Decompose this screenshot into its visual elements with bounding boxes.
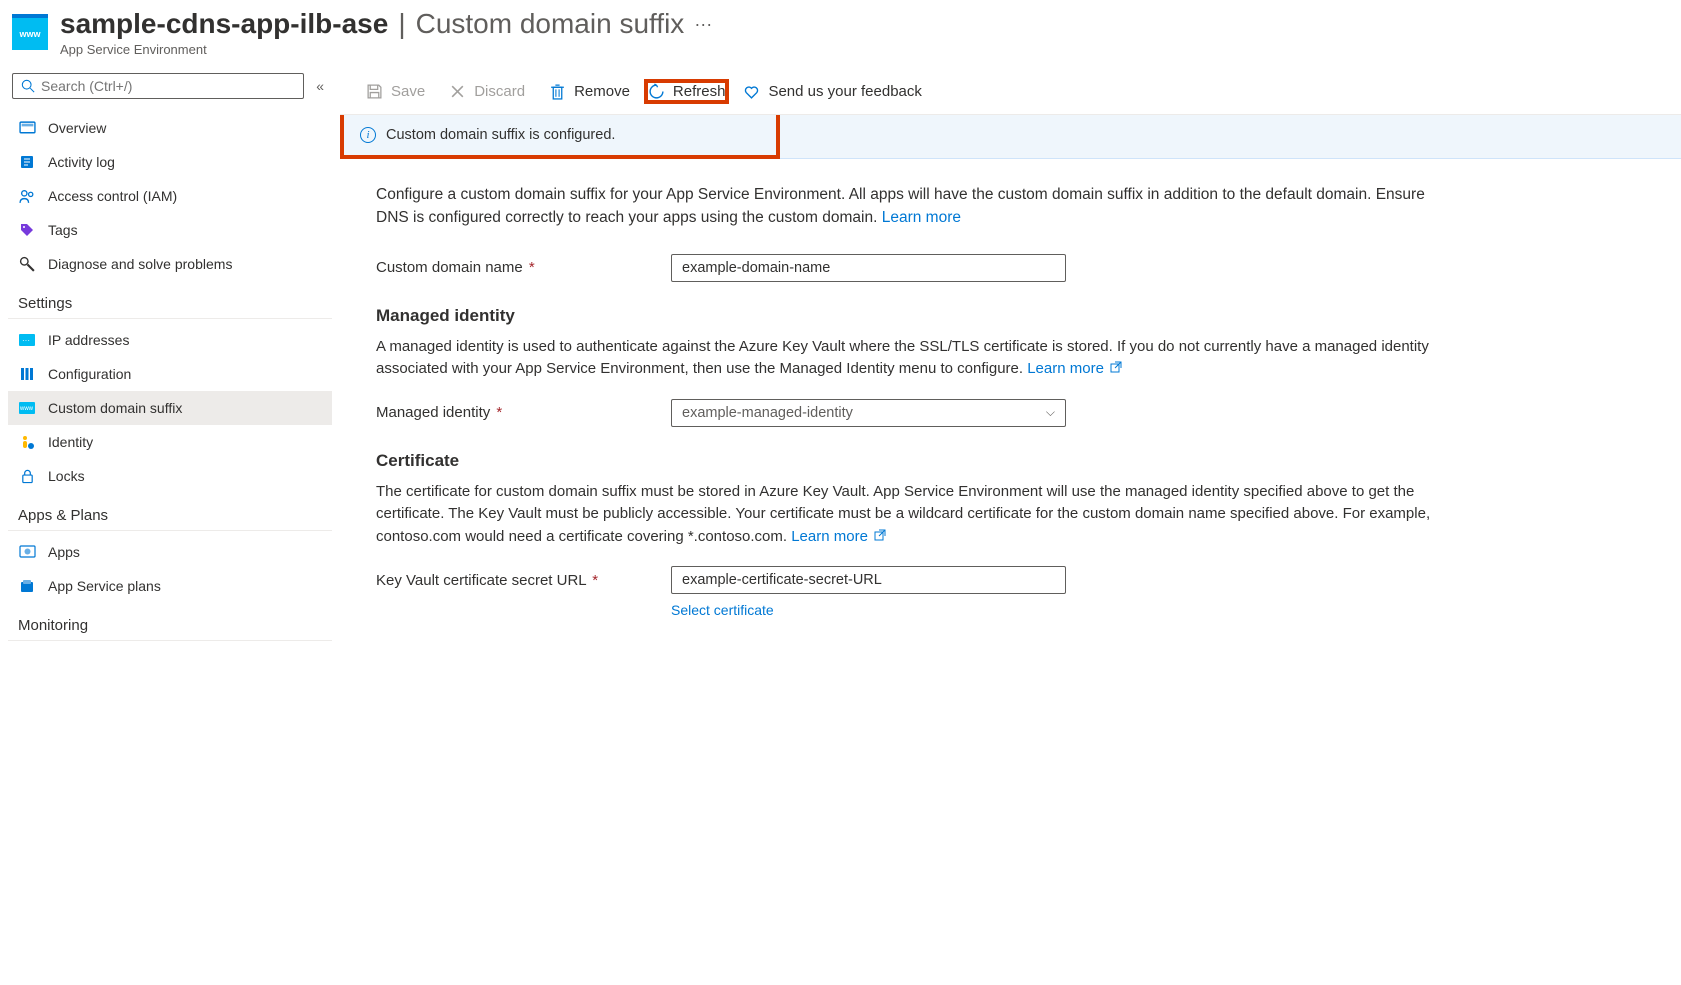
custom-domain-icon: www xyxy=(18,399,36,417)
select-certificate-link[interactable]: Select certificate xyxy=(671,602,774,618)
search-input-wrapper[interactable] xyxy=(12,73,304,99)
managed-identity-value: example-managed-identity xyxy=(682,405,853,421)
toolbar: Save Discard Remove Refresh Send us your… xyxy=(340,69,1681,115)
info-icon: i xyxy=(360,127,376,143)
managed-identity-select[interactable]: example-managed-identity ⌵ xyxy=(671,399,1066,427)
identity-icon xyxy=(18,433,36,451)
activity-log-icon xyxy=(18,153,36,171)
save-icon xyxy=(366,83,383,100)
sidebar-item-access-control[interactable]: Access control (IAM) xyxy=(8,179,332,213)
sidebar-section-settings: Settings xyxy=(8,281,332,319)
keyvault-url-label: Key Vault certificate secret URL * xyxy=(376,572,671,589)
custom-domain-label: Custom domain name * xyxy=(376,259,671,276)
refresh-button[interactable]: Refresh xyxy=(644,79,730,104)
sidebar-item-diagnose[interactable]: Diagnose and solve problems xyxy=(8,247,332,281)
sidebar-label: Tags xyxy=(48,222,78,238)
sidebar-item-identity[interactable]: Identity xyxy=(8,425,332,459)
certificate-desc: The certificate for custom domain suffix… xyxy=(376,481,1456,549)
search-input[interactable] xyxy=(41,78,295,94)
app-service-plans-icon xyxy=(18,577,36,595)
access-control-icon xyxy=(18,187,36,205)
sidebar-item-activity-log[interactable]: Activity log xyxy=(8,145,332,179)
tool-label: Send us your feedback xyxy=(768,83,921,100)
apps-icon xyxy=(18,543,36,561)
learn-more-link[interactable]: Learn more xyxy=(1027,360,1122,377)
more-actions-button[interactable]: ··· xyxy=(690,10,716,39)
overview-icon xyxy=(18,119,36,137)
heart-icon xyxy=(743,83,760,100)
sidebar-item-app-service-plans[interactable]: App Service plans xyxy=(8,569,332,603)
title-separator: | xyxy=(398,8,405,40)
save-button[interactable]: Save xyxy=(356,77,435,106)
locks-icon xyxy=(18,467,36,485)
sidebar-label: Identity xyxy=(48,434,93,450)
collapse-sidebar-button[interactable]: « xyxy=(312,74,328,98)
sidebar-item-tags[interactable]: Tags xyxy=(8,213,332,247)
keyvault-url-input-field[interactable] xyxy=(682,572,1055,588)
certificate-title: Certificate xyxy=(376,451,1645,471)
sidebar-label: Configuration xyxy=(48,366,131,382)
custom-domain-input[interactable] xyxy=(671,254,1066,282)
sidebar-label: App Service plans xyxy=(48,578,161,594)
tool-label: Remove xyxy=(574,83,630,100)
managed-identity-desc: A managed identity is used to authentica… xyxy=(376,336,1456,381)
learn-more-link[interactable]: Learn more xyxy=(791,528,886,545)
resource-name: sample-cdns-app-ilb-ase xyxy=(60,8,388,40)
external-link-icon xyxy=(874,529,886,541)
info-bar: i Custom domain suffix is configured. xyxy=(340,115,780,159)
sidebar-label: Apps xyxy=(48,544,80,560)
tool-label: Refresh xyxy=(673,83,726,100)
svg-text:···: ··· xyxy=(22,336,30,345)
sidebar-label: Access control (IAM) xyxy=(48,188,177,204)
feedback-button[interactable]: Send us your feedback xyxy=(733,77,931,106)
sidebar-item-locks[interactable]: Locks xyxy=(8,459,332,493)
sidebar-label: Overview xyxy=(48,120,106,136)
search-icon xyxy=(21,79,35,93)
tool-label: Discard xyxy=(474,83,525,100)
diagnose-icon xyxy=(18,255,36,273)
custom-domain-input-field[interactable] xyxy=(682,260,1055,276)
managed-identity-label: Managed identity * xyxy=(376,404,671,421)
keyvault-url-input[interactable] xyxy=(671,566,1066,594)
sidebar-label: Locks xyxy=(48,468,85,484)
tags-icon xyxy=(18,221,36,239)
resource-type: App Service Environment xyxy=(60,42,1669,57)
discard-button[interactable]: Discard xyxy=(439,77,535,106)
app-service-env-icon: www xyxy=(12,14,48,50)
sidebar: « Overview Activity log Access control (… xyxy=(0,69,340,985)
main-content: Configure a custom domain suffix for you… xyxy=(340,159,1681,985)
ip-icon: ··· xyxy=(18,331,36,349)
managed-identity-title: Managed identity xyxy=(376,306,1645,326)
external-link-icon xyxy=(1110,361,1122,373)
sidebar-item-configuration[interactable]: Configuration xyxy=(8,357,332,391)
tool-label: Save xyxy=(391,83,425,100)
sidebar-section-apps: Apps & Plans xyxy=(8,493,332,531)
page-description: Configure a custom domain suffix for you… xyxy=(376,183,1456,230)
configuration-icon xyxy=(18,365,36,383)
sidebar-label: Activity log xyxy=(48,154,115,170)
info-text: Custom domain suffix is configured. xyxy=(386,127,615,143)
svg-text:www: www xyxy=(19,406,34,412)
sidebar-item-overview[interactable]: Overview xyxy=(8,111,332,145)
remove-icon xyxy=(549,83,566,100)
refresh-icon xyxy=(648,83,665,100)
sidebar-section-monitoring: Monitoring xyxy=(8,603,332,641)
chevron-down-icon: ⌵ xyxy=(1046,405,1055,420)
sidebar-item-ip-addresses[interactable]: ··· IP addresses xyxy=(8,323,332,357)
sidebar-item-custom-domain-suffix[interactable]: www Custom domain suffix xyxy=(8,391,332,425)
sidebar-label: Custom domain suffix xyxy=(48,400,182,416)
learn-more-link[interactable]: Learn more xyxy=(882,209,961,226)
page-header: www sample-cdns-app-ilb-ase | Custom dom… xyxy=(0,0,1681,69)
sidebar-label: Diagnose and solve problems xyxy=(48,256,232,272)
discard-icon xyxy=(449,83,466,100)
remove-button[interactable]: Remove xyxy=(539,77,640,106)
sidebar-item-apps[interactable]: Apps xyxy=(8,535,332,569)
sidebar-label: IP addresses xyxy=(48,332,129,348)
page-title: Custom domain suffix xyxy=(416,8,685,40)
